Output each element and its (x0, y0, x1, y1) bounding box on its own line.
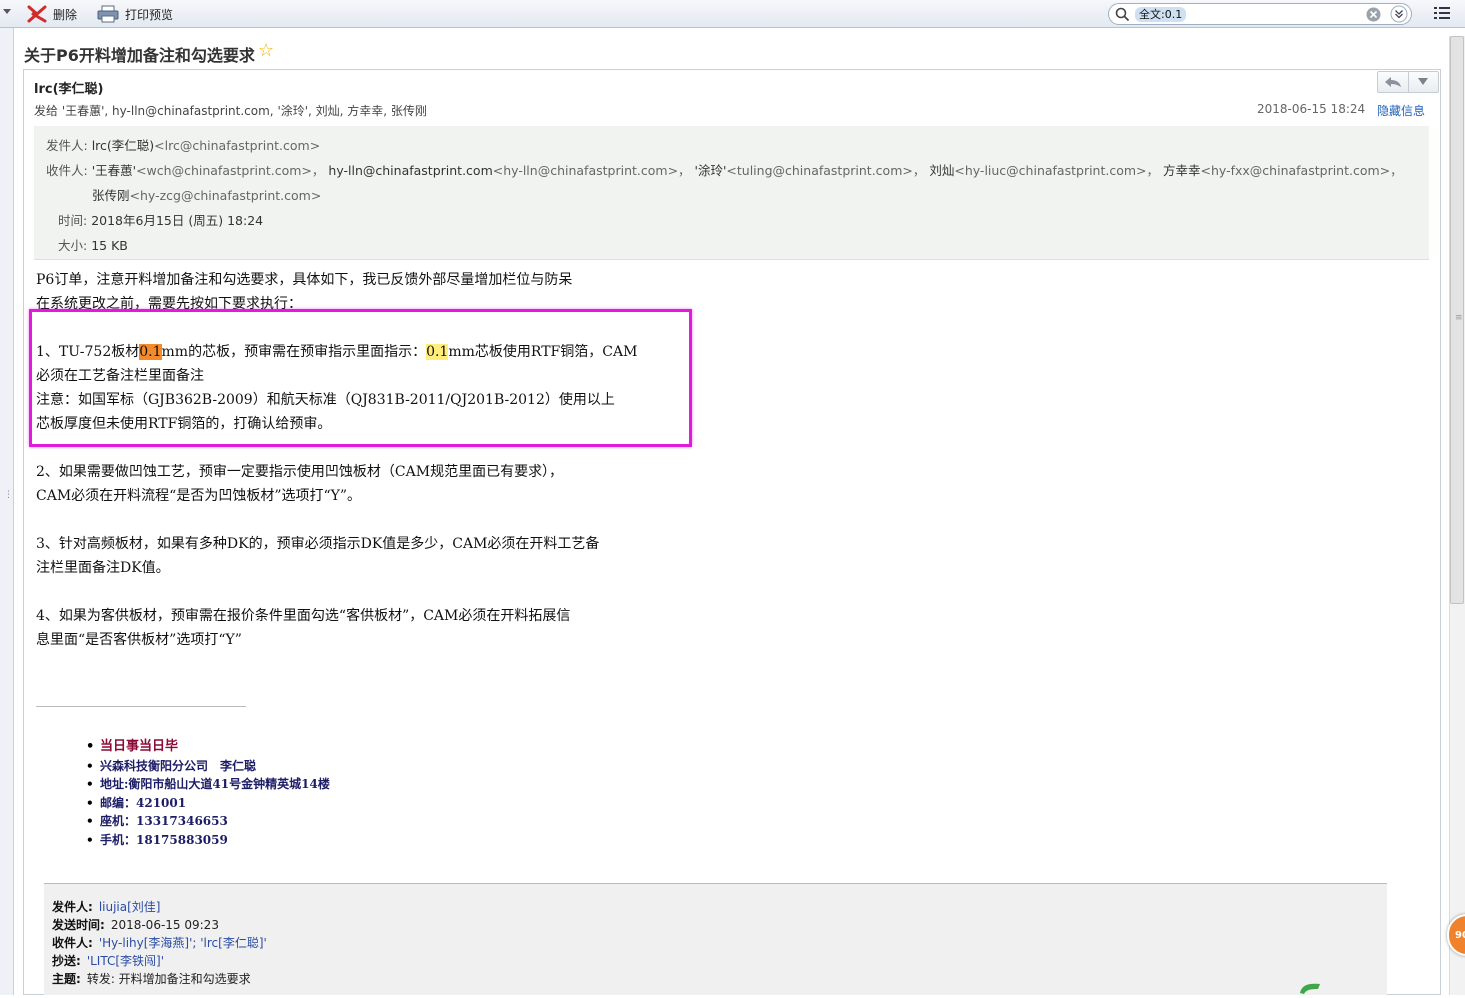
tray-icons (1298, 981, 1322, 995)
recipient-name[interactable]: hy-lln@chinafastprint.com (328, 163, 492, 178)
fwd-from-value[interactable]: liujia[刘佳] (99, 900, 161, 914)
recipient-name[interactable]: '涂玲' (695, 163, 727, 178)
size-value: 15 KB (91, 238, 128, 253)
tray-app-icon[interactable] (1298, 981, 1322, 995)
search-box[interactable]: 全文:0.1 (1108, 3, 1412, 25)
size-label: 大小: (58, 238, 88, 253)
signature-postcode: 邮编：421001 (86, 794, 330, 813)
hide-info-link[interactable]: 隐藏信息 (1377, 102, 1425, 119)
from-address: <lrc@chinafastprint.com> (154, 138, 321, 153)
to-label: 收件人: (46, 163, 88, 178)
reply-dropdown-button[interactable] (1407, 72, 1439, 92)
forwarded-header: 发件人: liujia[刘佳] 发送时间: 2018-06-15 09:23 收件人… (44, 883, 1387, 995)
header-date: 2018-06-15 18:24 (1257, 102, 1366, 116)
fwd-from-key: 发件人: (52, 900, 93, 914)
toolbar: 删除 打印预览 全文:0.1 (0, 0, 1465, 28)
delete-icon (27, 5, 47, 23)
recipient-address: <wch@chinafastprint.com>， (136, 163, 325, 178)
recipient-address: <tuling@chinafastprint.com>， (726, 163, 926, 178)
print-preview-button[interactable]: 打印预览 (97, 4, 173, 24)
delete-label: 删除 (53, 7, 78, 22)
list-menu-icon[interactable] (1434, 6, 1450, 20)
fwd-subject-value: 转发: 开料增加备注和勾选要求 (86, 972, 251, 986)
from-name[interactable]: lrc(李仁聪) (92, 138, 154, 153)
body-line: 注栏里面备注DK值。 (36, 560, 170, 576)
signature-mobile: 手机：18175883059 (86, 831, 330, 850)
body-line: 息里面“是否客供板材”选项打“Y” (36, 632, 242, 648)
from-label: 发件人: (46, 138, 88, 153)
recipient-name[interactable]: '王春蕙' (92, 163, 136, 178)
recipient-name[interactable]: 方幸幸 (1163, 163, 1201, 178)
fwd-time-value: 2018-06-15 09:23 (110, 918, 219, 932)
reply-button[interactable] (1378, 72, 1408, 92)
signature-divider (36, 706, 246, 707)
body-paragraph-4: 4、如果为客供板材，预审需在报价条件里面勾选“客供板材”，CAM必须在开料拓展信 (36, 608, 571, 624)
recipient-name[interactable]: 刘灿 (929, 163, 954, 178)
toolbar-dropdown-arrow-icon[interactable] (3, 9, 11, 14)
badge-count: 90 (1455, 930, 1465, 941)
left-pane-splitter[interactable]: ⋮ (0, 28, 14, 995)
fwd-time-key: 发送时间: (52, 918, 105, 932)
star-icon[interactable]: ☆ (258, 40, 274, 61)
printer-icon (97, 5, 119, 23)
annotation-highlight-box (29, 309, 692, 447)
splitter-grip-icon: ⋮ (4, 490, 13, 500)
search-icon (1115, 7, 1130, 22)
time-value: 2018年6月15日 (周五) 18:24 (91, 213, 264, 228)
fwd-to-key: 收件人: (52, 936, 93, 950)
fwd-cc-key: 抄送: (52, 954, 81, 968)
body-line: CAM必须在开料流程“是否为凹蚀板材”选项打“Y”。 (36, 488, 362, 504)
signature-address: 地址:衡阳市船山大道41号金钟精英城14楼 (86, 775, 330, 794)
recipient-address: <hy-fxx@chinafastprint.com>， (1200, 163, 1403, 178)
signature-landline: 座机：13317346653 (86, 812, 330, 831)
message-details: 发件人: lrc(李仁聪)<lrc@chinafastprint.com> 收件… (34, 126, 1429, 260)
sender-name[interactable]: lrc(李仁聪) (34, 78, 103, 97)
search-filter-chip[interactable]: 全文:0.1 (1135, 7, 1187, 22)
signature-motto: 当日事当日毕 (86, 738, 330, 757)
reply-button-group (1377, 71, 1439, 93)
clear-search-icon[interactable] (1366, 7, 1381, 22)
print-preview-label: 打印预览 (125, 7, 174, 22)
caret-down-icon (1418, 78, 1429, 85)
signature-company: 兴森科技衡阳分公司 李仁聪 (86, 757, 330, 776)
fwd-to-value[interactable]: 'Hy-lihy[李海燕]'; 'lrc[李仁聪]' (99, 936, 267, 950)
chevron-down-icon[interactable] (1390, 5, 1408, 23)
signature-list: 当日事当日毕 兴森科技衡阳分公司 李仁聪 地址:衡阳市船山大道41号金钟精英城1… (86, 738, 330, 849)
fwd-cc-value[interactable]: 'LITC[李铁闯]' (87, 954, 164, 968)
recipient-address: <hy-lln@chinafastprint.com>， (492, 163, 691, 178)
recipient-address: <hy-liuc@chinafastprint.com>， (954, 163, 1160, 178)
email-subject: 关于P6开料增加备注和勾选要求 (24, 46, 255, 65)
body-intro-line: P6订单，注意开料增加备注和勾选要求，具体如下，我已反馈外部尽量增加栏位与防呆 (36, 272, 573, 288)
send-to-line: 发给 '王春蕙', hy-lln@chinafastprint.com, '涂玲… (34, 104, 427, 118)
delete-button[interactable]: 删除 (27, 4, 77, 24)
recipient-name[interactable]: 张传刚 (92, 188, 130, 203)
time-label: 时间: (58, 213, 88, 228)
fwd-subject-key: 主题: (52, 972, 81, 986)
scroll-grip-icon: ≡ (1455, 313, 1463, 323)
reply-icon (1384, 77, 1401, 87)
body-paragraph-3: 3、针对高频板材，如果有多种DK的，预审必须指示DK值是多少，CAM必须在开料工… (36, 536, 600, 552)
recipient-address: <hy-zcg@chinafastprint.com> (129, 188, 322, 203)
body-paragraph-2: 2、如果需要做凹蚀工艺，预审一定要指示使用凹蚀板材（CAM规范里面已有要求）， (36, 464, 564, 480)
